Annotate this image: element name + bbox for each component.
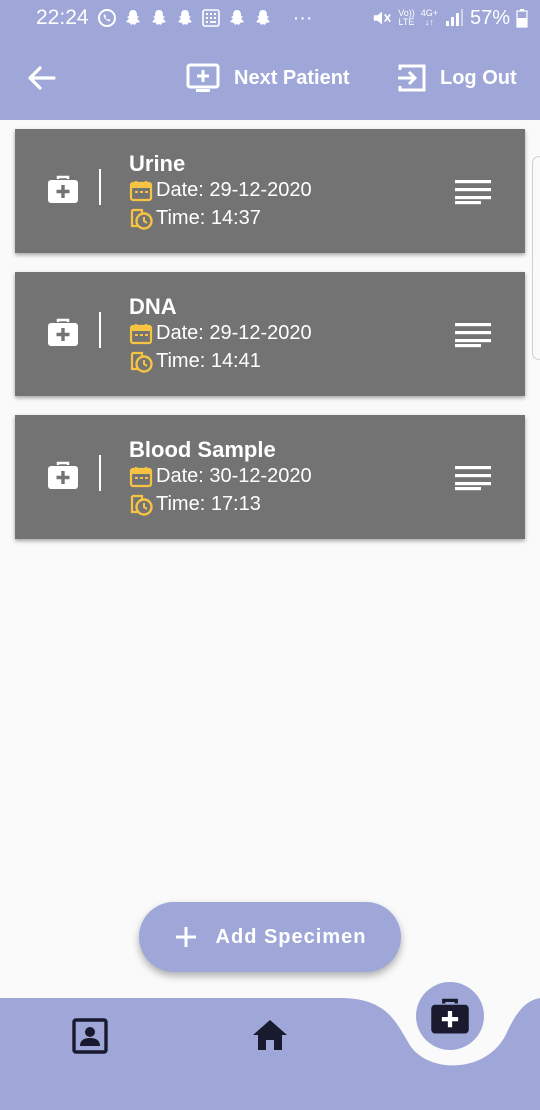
overscroll-edge bbox=[532, 156, 540, 360]
card-divider bbox=[99, 455, 101, 491]
mute-icon bbox=[372, 8, 392, 28]
arrow-left-icon bbox=[28, 66, 56, 90]
calendar-icon bbox=[129, 323, 153, 344]
specimen-date: Date: 30-12-2020 bbox=[156, 465, 312, 487]
card-divider bbox=[99, 169, 101, 205]
plus-icon bbox=[175, 927, 196, 947]
medical-kit-icon bbox=[48, 461, 78, 489]
nav-home[interactable] bbox=[251, 1018, 289, 1052]
menu-icon[interactable] bbox=[455, 322, 491, 348]
specimen-date: Date: 29-12-2020 bbox=[156, 179, 312, 201]
specimen-list: Urine Date: 29-12-2020 Time: 14:37 DNA D… bbox=[15, 129, 525, 558]
back-button[interactable] bbox=[26, 62, 58, 94]
specimen-name: DNA bbox=[129, 294, 177, 319]
log-out-button[interactable]: Log Out bbox=[396, 60, 517, 96]
app-bar: Next Patient Log Out bbox=[0, 36, 540, 120]
medical-kit-icon bbox=[48, 175, 78, 203]
medical-kit-icon bbox=[48, 318, 78, 346]
calendar-icon bbox=[129, 466, 153, 487]
home-icon bbox=[253, 1020, 287, 1050]
log-out-label: Log Out bbox=[440, 66, 517, 89]
menu-icon[interactable] bbox=[455, 465, 491, 491]
logout-icon bbox=[398, 64, 426, 92]
specimen-date-row: Date: 29-12-2020 bbox=[129, 322, 312, 345]
snapchat-icon bbox=[123, 8, 143, 28]
more-notifications: ··· bbox=[292, 6, 313, 29]
battery-percent: 57% bbox=[469, 6, 510, 29]
specimen-time-row: Time: 17:13 bbox=[129, 492, 261, 516]
next-patient-button[interactable]: Next Patient bbox=[186, 60, 350, 96]
specimen-card[interactable]: Blood Sample Date: 30-12-2020 Time: 17:1… bbox=[15, 415, 525, 539]
battery-icon bbox=[516, 8, 528, 28]
clock-icon bbox=[130, 494, 153, 516]
calculator-icon bbox=[201, 8, 221, 28]
next-patient-label: Next Patient bbox=[234, 66, 350, 89]
signal-icon bbox=[444, 8, 464, 28]
specimen-card[interactable]: Urine Date: 29-12-2020 Time: 14:37 bbox=[15, 129, 525, 253]
status-bar: 22:24 ··· Vo)) LTE 4G+ ↓↑ 57% bbox=[0, 0, 540, 36]
specimen-time: Time: 14:37 bbox=[156, 206, 261, 229]
add-specimen-button[interactable]: Add Specimen bbox=[139, 902, 401, 972]
menu-icon[interactable] bbox=[455, 179, 491, 205]
system-status: Vo)) LTE 4G+ ↓↑ 57% bbox=[372, 7, 528, 30]
network-type: 4G+ ↓↑ bbox=[420, 8, 438, 27]
nav-specimens[interactable] bbox=[415, 981, 485, 1051]
specimen-time-row: Time: 14:37 bbox=[129, 206, 261, 230]
specimen-time-row: Time: 14:41 bbox=[129, 349, 261, 373]
snapchat-icon bbox=[227, 8, 247, 28]
specimen-time: Time: 14:41 bbox=[156, 349, 261, 372]
specimen-time: Time: 17:13 bbox=[156, 492, 261, 515]
medical-kit-icon bbox=[431, 998, 469, 1034]
specimen-name: Blood Sample bbox=[129, 437, 276, 462]
snapchat-icon bbox=[149, 8, 169, 28]
notification-icons: ··· bbox=[97, 7, 313, 30]
clock-icon bbox=[130, 351, 153, 373]
snapchat-icon bbox=[175, 8, 195, 28]
clock-icon bbox=[130, 208, 153, 230]
nav-contacts[interactable] bbox=[72, 1018, 108, 1054]
specimen-card[interactable]: DNA Date: 29-12-2020 Time: 14:41 bbox=[15, 272, 525, 396]
whatsapp-icon bbox=[97, 8, 117, 28]
snapchat-icon bbox=[253, 8, 273, 28]
card-divider bbox=[99, 312, 101, 348]
calendar-icon bbox=[129, 180, 153, 201]
contact-icon bbox=[72, 1018, 108, 1054]
bottom-navigation bbox=[0, 980, 540, 1110]
specimen-date-row: Date: 29-12-2020 bbox=[129, 179, 312, 202]
status-time: 22:24 bbox=[36, 6, 89, 29]
specimen-date-row: Date: 30-12-2020 bbox=[129, 465, 312, 488]
specimen-date: Date: 29-12-2020 bbox=[156, 322, 312, 344]
add-to-queue-icon bbox=[186, 63, 220, 92]
volte-indicator: Vo)) LTE bbox=[398, 8, 415, 27]
specimen-name: Urine bbox=[129, 151, 186, 176]
add-specimen-label: Add Specimen bbox=[215, 925, 367, 948]
